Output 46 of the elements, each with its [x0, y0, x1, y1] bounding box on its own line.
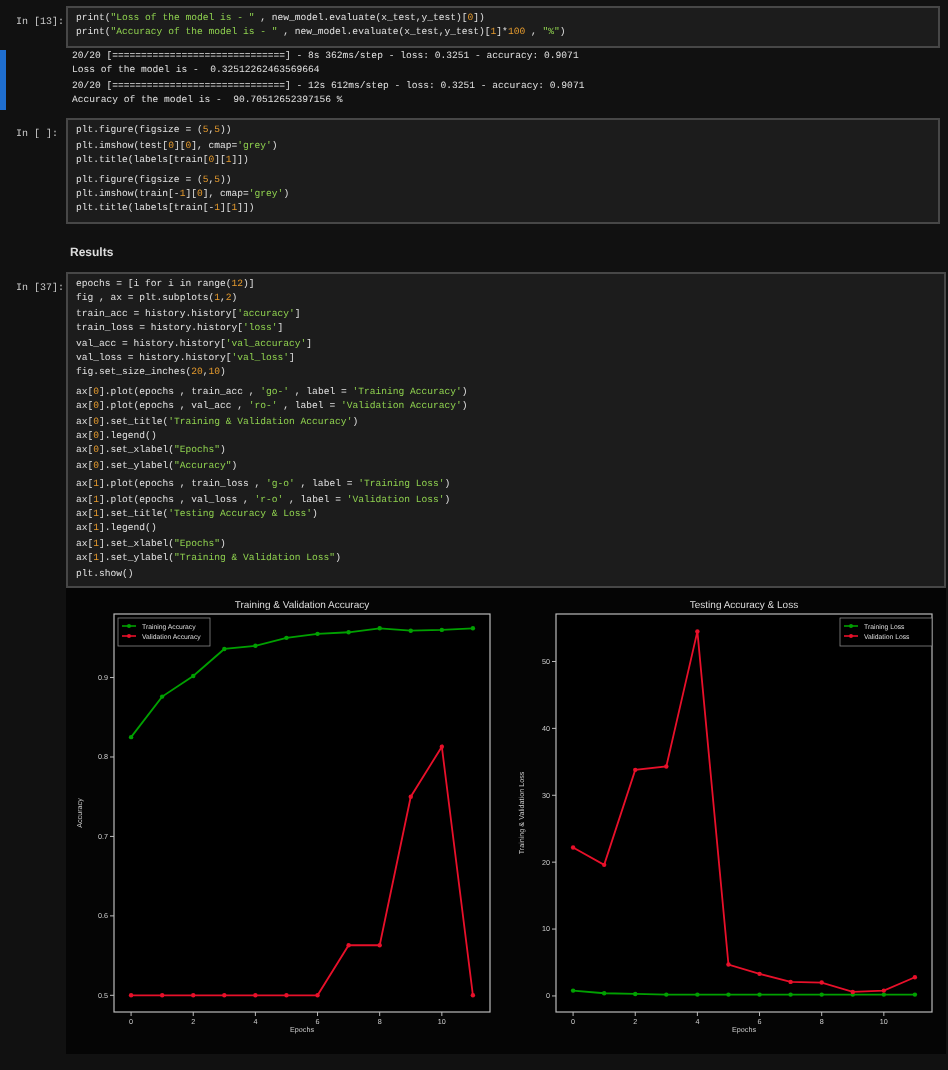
- data-point: [757, 992, 762, 997]
- data-point: [757, 971, 762, 977]
- code-cell[interactable]: [66, 271, 946, 588]
- data-point: [253, 993, 258, 998]
- data-point: [570, 988, 576, 993]
- data-point: [726, 962, 731, 967]
- legend-box: [117, 617, 211, 647]
- data-point: [788, 979, 793, 985]
- data-point: [377, 626, 382, 631]
- data-point: [633, 767, 638, 773]
- data-point: [601, 862, 607, 868]
- data-point: [346, 630, 351, 635]
- data-point: [284, 993, 289, 998]
- data-point: [470, 626, 476, 631]
- data-point: [128, 993, 134, 998]
- data-point: [819, 992, 824, 997]
- data-point: [912, 975, 918, 980]
- data-point: [439, 744, 445, 749]
- data-point: [222, 646, 227, 652]
- data-point: [191, 673, 196, 679]
- data-point: [377, 943, 382, 948]
- data-point: [128, 734, 134, 740]
- data-point: [726, 992, 731, 997]
- data-point: [222, 993, 227, 998]
- data-point: [695, 629, 700, 634]
- data-point: [284, 635, 289, 641]
- data-point: [346, 943, 351, 948]
- data-point: [819, 980, 824, 985]
- data-point: [695, 992, 700, 997]
- data-point: [253, 643, 258, 648]
- data-point: [664, 992, 669, 997]
- data-point: [788, 992, 793, 997]
- data-point: [408, 628, 413, 633]
- data-point: [439, 627, 445, 633]
- legend-box: [839, 617, 933, 647]
- data-point: [470, 993, 476, 998]
- data-point: [408, 794, 413, 799]
- data-point: [601, 991, 607, 996]
- data-point: [912, 992, 918, 997]
- data-point: [315, 993, 320, 998]
- data-point: [159, 694, 165, 699]
- data-point: [159, 993, 165, 998]
- data-point: [315, 631, 320, 637]
- data-point: [664, 764, 669, 769]
- data-point: [191, 993, 196, 998]
- data-point: [570, 845, 576, 850]
